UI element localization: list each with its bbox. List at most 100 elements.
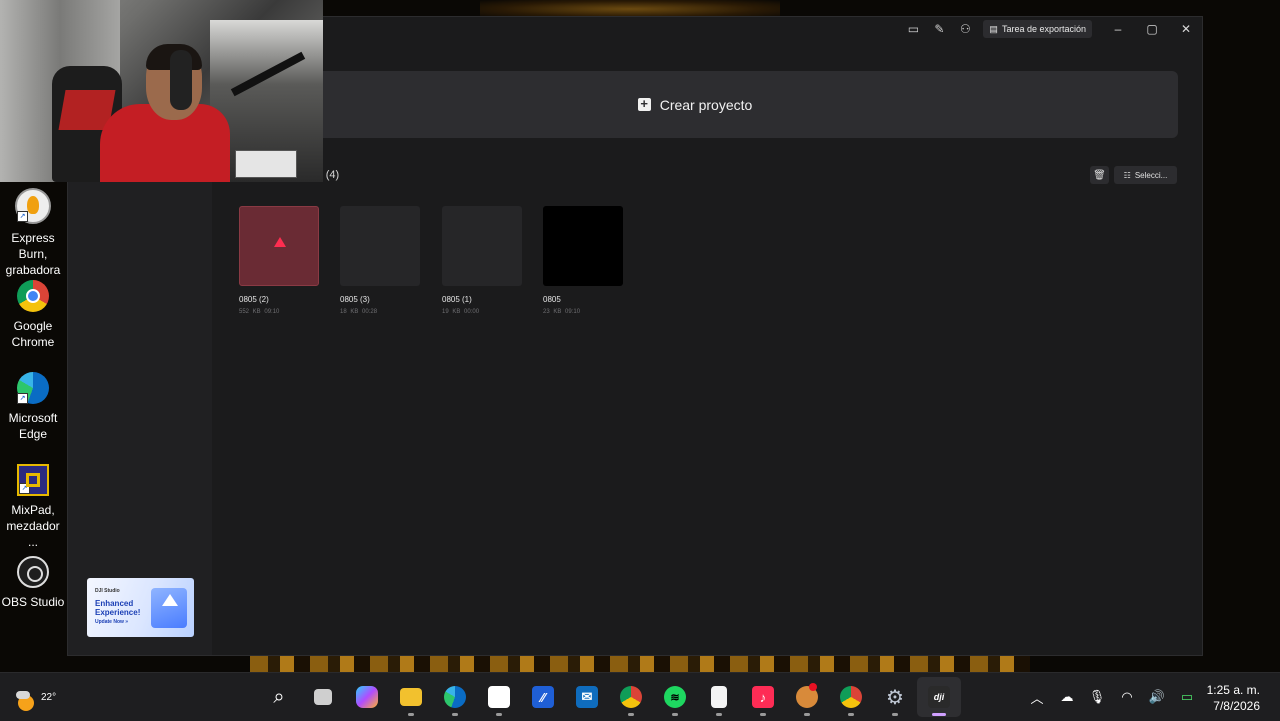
project-thumbnail[interactable] xyxy=(340,206,420,286)
desktop-icon-chrome[interactable]: Google Chrome xyxy=(0,280,66,350)
chevron-up-icon[interactable]: ︿ xyxy=(1022,688,1052,707)
promo-update-link[interactable]: Update Now » xyxy=(95,619,128,625)
project-thumbnail[interactable] xyxy=(442,206,522,286)
app-badge-button[interactable] xyxy=(785,677,829,717)
start-icon xyxy=(224,686,246,708)
wifi-icon[interactable]: ◠ xyxy=(1112,689,1142,705)
project-duration: 09:10 xyxy=(565,309,581,315)
settings-button[interactable]: ⚙ xyxy=(873,677,917,717)
settings-icon: ⚙ xyxy=(886,686,904,709)
desktop-icon-label: OBS Studio xyxy=(1,595,65,609)
file-explorer-button[interactable] xyxy=(389,677,433,717)
titlebar-controls: ▭ ✎ ⚇ ▤ Tarea de exportación – ▢ ✕ xyxy=(901,17,1202,41)
clock-time: 1:25 a. m. xyxy=(1206,683,1260,697)
task-view-button[interactable] xyxy=(301,677,345,717)
obs-icon xyxy=(17,556,49,588)
outlook-button[interactable]: ✉ xyxy=(565,677,609,717)
webcam-mixer xyxy=(235,150,297,178)
volume-icon[interactable]: 🔊 xyxy=(1142,689,1172,705)
desktop-icon-mixpad[interactable]: ↗ MixPad, mezdador ... xyxy=(0,464,66,550)
trash-icon[interactable]: 🗑 xyxy=(1090,166,1109,184)
project-size: 552 KB xyxy=(239,309,261,315)
taskbar: 22° ⌕ ⁄⁄ ✉ ≋ ♪ ⚙ dji ︿ ☁ 🎙 ◠ 🔊 ▭ 1:25 a.… xyxy=(0,672,1280,721)
chrome-taskbar-button[interactable] xyxy=(609,677,653,717)
tiktok-icon: ♪ xyxy=(752,686,774,708)
dji-studio-taskbar-button[interactable]: dji xyxy=(917,677,961,717)
webcam-headset xyxy=(170,50,192,110)
edge-taskbar-button[interactable] xyxy=(433,677,477,717)
project-duration: 00:00 xyxy=(464,309,480,315)
project-meta: 23 KB 09:10 xyxy=(543,309,623,315)
project-duration: 00:28 xyxy=(362,309,378,315)
project-meta: 19 KB 00:00 xyxy=(442,309,522,315)
desktop-icon-express-burn[interactable]: ↗ Express Burn, grabadora ... xyxy=(0,188,66,294)
microphone-icon[interactable]: 🎙 xyxy=(1082,689,1112,705)
project-card[interactable]: 0805 (1) 19 KB 00:00 xyxy=(442,206,522,315)
webcam-overlay xyxy=(0,0,323,182)
taskbar-apps: ⌕ ⁄⁄ ✉ ≋ ♪ ⚙ dji xyxy=(213,673,961,721)
desktop-icon-edge[interactable]: ↗ Microsoft Edge xyxy=(0,372,66,442)
create-project-label: Crear proyecto xyxy=(659,96,753,113)
start-button[interactable] xyxy=(213,677,257,717)
edge-icon xyxy=(444,686,466,708)
outlook-icon: ✉ xyxy=(576,686,598,708)
project-card[interactable]: 0805 (2) 552 KB 09:10 xyxy=(239,206,319,315)
task-view-icon xyxy=(314,689,332,705)
close-button[interactable]: ✕ xyxy=(1170,17,1202,41)
dji-icon: dji xyxy=(928,686,950,708)
copilot-icon xyxy=(356,686,378,708)
onedrive-icon[interactable]: ☁ xyxy=(1052,689,1082,705)
desktop-icon-label: MixPad, xyxy=(11,503,55,517)
export-task-button[interactable]: ▤ Tarea de exportación xyxy=(983,20,1092,38)
tiktok-button[interactable]: ♪ xyxy=(741,677,785,717)
minimize-button[interactable]: – xyxy=(1102,17,1134,41)
chrome-profile-button[interactable] xyxy=(829,677,873,717)
desktop-icon-obs[interactable]: OBS Studio xyxy=(0,556,66,610)
desktop-icon-label: Microsoft xyxy=(8,411,58,425)
book-icon[interactable]: ▭ xyxy=(901,17,925,41)
desktop-icon-label: Chrome xyxy=(11,335,55,349)
plus-icon: + xyxy=(637,97,651,111)
edit-note-icon[interactable]: ✎ xyxy=(927,17,951,41)
promo-brand: DJI Studio xyxy=(95,588,120,594)
file-explorer-icon xyxy=(400,688,422,706)
project-name: 0805 (1) xyxy=(442,295,472,304)
project-name: 0805 xyxy=(543,295,561,304)
project-card[interactable]: 0805 23 KB 09:10 xyxy=(543,206,623,315)
copilot-button[interactable] xyxy=(345,677,389,717)
chrome-icon xyxy=(17,280,49,312)
word-icon: ⁄⁄ xyxy=(532,686,554,708)
cloud-icon xyxy=(16,691,30,699)
user-icon[interactable]: ⚇ xyxy=(953,17,977,41)
spotify-button[interactable]: ≋ xyxy=(653,677,697,717)
project-meta: 18 KB 00:28 xyxy=(340,309,420,315)
project-card[interactable]: 0805 (3) 18 KB 00:28 xyxy=(340,206,420,315)
promo-headline: Enhanced Experience! xyxy=(95,599,141,617)
export-icon: ▤ xyxy=(989,23,998,34)
edge-icon: ↗ xyxy=(17,372,49,404)
search-button[interactable]: ⌕ xyxy=(257,677,301,717)
project-thumbnail[interactable] xyxy=(543,206,623,286)
express-burn-icon: ↗ xyxy=(15,188,51,224)
create-project-button[interactable]: + Crear proyecto xyxy=(212,71,1178,138)
update-promo-banner[interactable]: DJI Studio Enhanced Experience! Update N… xyxy=(87,578,194,637)
weather-widget[interactable]: 22° xyxy=(14,683,56,713)
project-size: 23 KB xyxy=(543,309,562,315)
temperature: 22° xyxy=(41,692,57,703)
store-button[interactable] xyxy=(477,677,521,717)
upload-arrow-icon xyxy=(151,588,187,628)
project-thumbnail[interactable] xyxy=(239,206,319,286)
mixpad-icon: ↗ xyxy=(17,464,49,496)
search-icon: ⌕ xyxy=(273,685,285,708)
maximize-button[interactable]: ▢ xyxy=(1136,17,1168,41)
export-task-label: Tarea de exportación xyxy=(1001,24,1086,34)
project-size: 19 KB xyxy=(442,309,461,315)
select-button[interactable]: ☷ Selecci... xyxy=(1114,166,1177,184)
battery-icon[interactable]: ▭ xyxy=(1172,689,1202,705)
desktop-icon-label: mezdador ... xyxy=(6,519,60,549)
word-button[interactable]: ⁄⁄ xyxy=(521,677,565,717)
notepad-button[interactable] xyxy=(697,677,741,717)
warning-icon xyxy=(274,237,286,247)
clock[interactable]: 1:25 a. m. 7/8/2026 xyxy=(1207,682,1260,714)
system-tray: ︿ ☁ 🎙 ◠ 🔊 ▭ xyxy=(1022,673,1202,721)
